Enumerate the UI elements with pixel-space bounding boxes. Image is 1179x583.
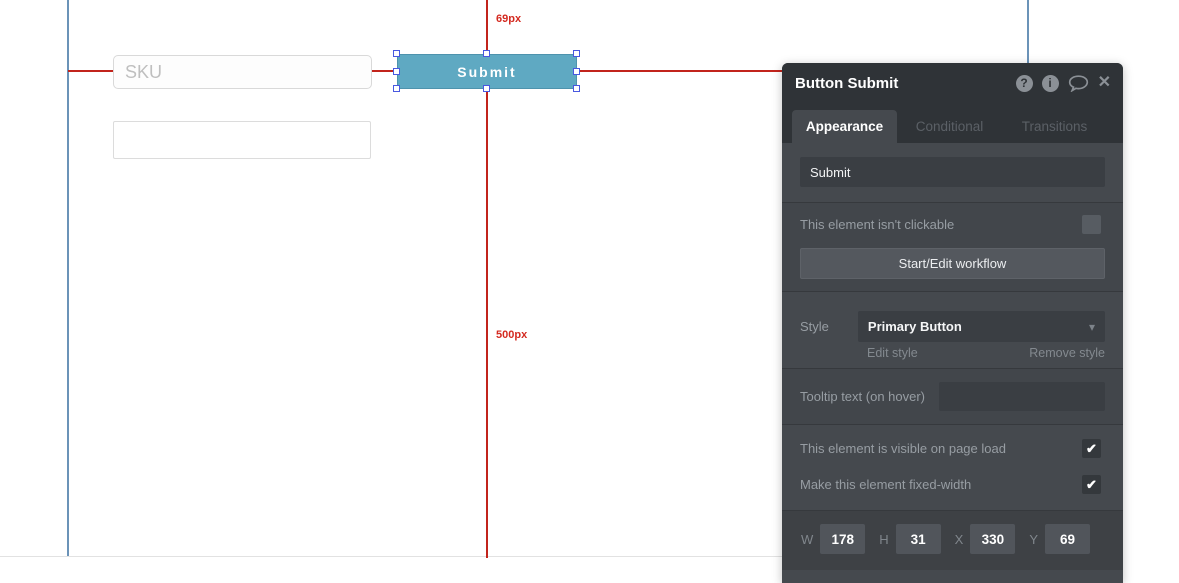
y-label: Y	[1029, 532, 1038, 547]
clickable-checkbox[interactable]	[1082, 215, 1101, 234]
panel-header[interactable]: Button Submit ? i ✕	[782, 63, 1123, 103]
comment-icon[interactable]	[1068, 75, 1089, 92]
height-input[interactable]	[896, 524, 941, 554]
visible-on-load-label: This element is visible on page load	[800, 441, 1006, 456]
width-label: W	[801, 532, 813, 547]
edit-style-link[interactable]: Edit style	[867, 346, 918, 360]
tab-transitions[interactable]: Transitions	[1002, 110, 1107, 143]
panel-tabbar: Appearance Conditional Transitions	[782, 103, 1123, 143]
x-label: X	[955, 532, 964, 547]
fixed-width-label: Make this element fixed-width	[800, 477, 971, 492]
resize-handle-w[interactable]	[393, 68, 400, 75]
width-input[interactable]	[820, 524, 865, 554]
style-label: Style	[800, 319, 829, 334]
style-dropdown-value: Primary Button	[868, 319, 1089, 334]
resize-handle-sw[interactable]	[393, 85, 400, 92]
start-edit-workflow-button[interactable]: Start/Edit workflow	[800, 248, 1105, 279]
y-input[interactable]	[1045, 524, 1090, 554]
sku-input[interactable]	[113, 55, 372, 89]
section-clickable: This element isn't clickable Start/Edit …	[782, 202, 1123, 291]
measure-label-height: 500px	[496, 329, 527, 341]
section-button-text	[782, 143, 1123, 202]
resize-handle-s[interactable]	[483, 85, 490, 92]
chevron-down-icon: ▾	[1089, 320, 1095, 334]
checkmark-icon: ✔	[1086, 441, 1097, 457]
checkmark-icon: ✔	[1086, 477, 1097, 493]
x-input[interactable]	[970, 524, 1015, 554]
clickable-label: This element isn't clickable	[800, 217, 954, 232]
section-visibility-flags: This element is visible on page load ✔ M…	[782, 424, 1123, 510]
section-tooltip: Tooltip text (on hover)	[782, 368, 1123, 424]
submit-button-canvas[interactable]: Submit	[397, 54, 577, 89]
fixed-width-checkbox[interactable]: ✔	[1082, 475, 1101, 494]
section-dimensions: W H X Y	[782, 510, 1123, 570]
measure-label-top: 69px	[496, 13, 521, 25]
style-dropdown[interactable]: Primary Button ▾	[858, 311, 1105, 342]
resize-handle-n[interactable]	[483, 50, 490, 57]
resize-handle-e[interactable]	[573, 68, 580, 75]
property-editor-panel: Button Submit ? i ✕ Appearance Condition…	[782, 63, 1123, 583]
height-label: H	[879, 532, 888, 547]
resize-handle-se[interactable]	[573, 85, 580, 92]
button-text-input[interactable]	[800, 157, 1105, 187]
empty-input[interactable]	[113, 121, 371, 159]
help-icon[interactable]: ?	[1016, 75, 1033, 92]
panel-title: Button Submit	[795, 75, 1016, 92]
resize-handle-ne[interactable]	[573, 50, 580, 57]
tooltip-label: Tooltip text (on hover)	[800, 389, 925, 404]
remove-style-link[interactable]: Remove style	[1029, 346, 1105, 360]
page-right-boundary-line	[1027, 0, 1029, 63]
section-style: Style Primary Button ▾ Edit style Remove…	[782, 291, 1123, 368]
visible-on-load-checkbox[interactable]: ✔	[1082, 439, 1101, 458]
tooltip-input[interactable]	[939, 382, 1105, 411]
info-icon[interactable]: i	[1042, 75, 1059, 92]
tab-conditional[interactable]: Conditional	[897, 110, 1002, 143]
tab-appearance[interactable]: Appearance	[792, 110, 897, 143]
page-left-boundary-line	[67, 0, 69, 556]
close-icon[interactable]: ✕	[1098, 75, 1111, 91]
submit-button-label: Submit	[457, 64, 516, 80]
page-bottom-boundary-line	[0, 556, 783, 557]
resize-handle-nw[interactable]	[393, 50, 400, 57]
